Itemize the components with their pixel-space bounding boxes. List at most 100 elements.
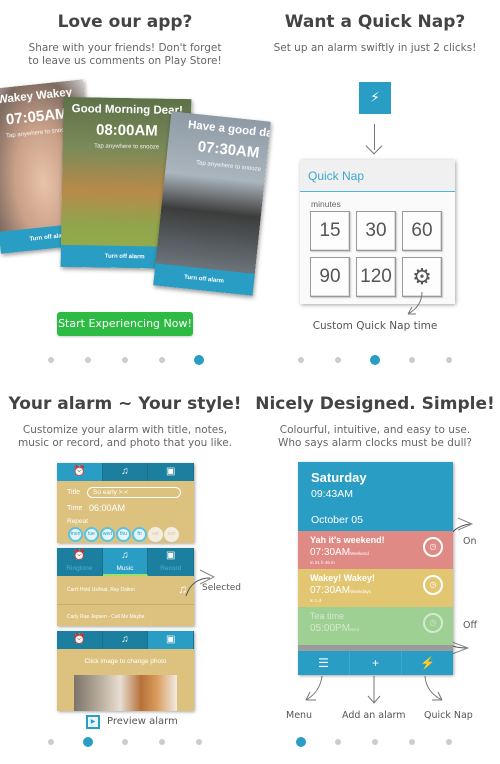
tab-alarm[interactable]: ⏰ bbox=[57, 463, 103, 481]
camera-icon: ▣ bbox=[165, 550, 176, 561]
nap-option-button[interactable]: 30 bbox=[356, 211, 396, 251]
change-photo-hint: Click image to change photo bbox=[84, 658, 167, 665]
page-dot[interactable] bbox=[48, 739, 54, 745]
alarm-screen-card: Have a good day 07:30AM Tap anywhere to … bbox=[153, 111, 271, 296]
custom-quick-nap-label: Custom Quick Nap time bbox=[312, 320, 438, 332]
nap-option-button[interactable]: 15 bbox=[310, 211, 350, 251]
menu-button[interactable]: ☰ bbox=[298, 651, 350, 675]
preview-alarm-button[interactable]: ▶ bbox=[86, 715, 100, 729]
page-dot[interactable] bbox=[409, 357, 415, 363]
tab-music[interactable]: ♫ bbox=[103, 463, 149, 481]
music-note-icon: ♫ bbox=[121, 550, 129, 561]
page-dot-active[interactable] bbox=[194, 355, 204, 365]
time-value[interactable]: 06:00AM bbox=[89, 503, 125, 513]
panel-subtitle: Set up an alarm swiftly in just 2 clicks… bbox=[273, 42, 477, 54]
alarm-name: Yah it's weekend! bbox=[310, 535, 385, 545]
custom-nap-button[interactable]: ⚙ bbox=[402, 257, 442, 297]
tab-music[interactable]: ♫ bbox=[103, 631, 149, 649]
page-dot[interactable] bbox=[446, 357, 452, 363]
day-toggle-mon[interactable]: mon bbox=[68, 527, 83, 542]
alarm-time: 05:00PM bbox=[310, 623, 351, 634]
camera-icon: ▣ bbox=[165, 466, 176, 477]
alarm-photo[interactable] bbox=[74, 675, 177, 711]
day-toggle-wed[interactable]: wed bbox=[100, 527, 115, 542]
title-input[interactable]: So early >.< bbox=[87, 487, 181, 498]
subtitle-line: to leave us comments on Play Store! bbox=[28, 55, 222, 67]
nap-option-button[interactable]: 90 bbox=[310, 257, 350, 297]
page-dot[interactable] bbox=[446, 739, 452, 745]
alarm-name: Tea time bbox=[310, 611, 345, 621]
subtitle-line: music or record, and photo that you like… bbox=[17, 437, 233, 449]
alarm-remaining: in 21 h 46 m bbox=[310, 560, 335, 565]
tab-photo[interactable]: ▣ bbox=[148, 463, 195, 481]
alarm-details-card: ⏰ ♫ ▣ Title So early >.< Time 06:00AM Re… bbox=[57, 463, 195, 543]
alarm-music-card: ⏰ Ringtone ♫ Music ▣ Record Can't Hold Us/f… bbox=[57, 548, 195, 626]
page-dot[interactable] bbox=[48, 357, 54, 363]
day-toggle-sat[interactable]: sat bbox=[148, 527, 163, 542]
page-dot[interactable] bbox=[159, 357, 165, 363]
tab-record[interactable]: ▣ Record bbox=[148, 548, 195, 576]
alarm-list-item[interactable]: Yah it's weekend! 07:30AM Weekend in 21 … bbox=[298, 531, 453, 569]
panel-title: Want a Quick Nap? bbox=[284, 12, 466, 32]
lightning-bolt-icon: ⚡ bbox=[420, 656, 435, 670]
on-callout: On bbox=[463, 536, 477, 547]
page-dot[interactable] bbox=[372, 739, 378, 745]
alarm-clock-icon: ⏰ bbox=[73, 550, 86, 561]
page-dot[interactable] bbox=[122, 739, 128, 745]
lightning-bolt-icon: ⚡ bbox=[370, 90, 380, 106]
tab-ringtone[interactable]: ⏰ Ringtone bbox=[57, 548, 103, 576]
edit-tabbar: ⏰ ♫ ▣ bbox=[57, 631, 195, 649]
page-dot[interactable] bbox=[196, 739, 202, 745]
day-toggle-thu[interactable]: thu bbox=[116, 527, 131, 542]
page-dot-active[interactable] bbox=[296, 737, 306, 747]
music-note-icon: ♫ bbox=[178, 582, 187, 596]
day-toggle-tue[interactable]: tue bbox=[84, 527, 99, 542]
page-dot[interactable] bbox=[85, 357, 91, 363]
alarm-repeat: Weekdays bbox=[350, 589, 371, 594]
alarm-toggle-on-icon[interactable]: ◷ bbox=[423, 575, 443, 595]
tab-photo[interactable]: ▣ bbox=[148, 631, 195, 649]
alarm-toggle-on-icon[interactable]: ◷ bbox=[423, 537, 443, 557]
subtitle-line: Colourful, intuitive, and easy to use. bbox=[279, 424, 471, 436]
quick-nap-button[interactable]: ⚡ bbox=[402, 651, 453, 675]
music-note-icon: ♫ bbox=[121, 634, 129, 645]
alarm-name: Wakey! Wakey! bbox=[310, 573, 375, 583]
quick-nap-button[interactable]: ⚡ bbox=[359, 82, 391, 114]
tab-alarm[interactable]: ⏰ bbox=[57, 631, 103, 649]
day-toggle-sun[interactable]: sun bbox=[164, 527, 179, 542]
page-dot[interactable] bbox=[409, 739, 415, 745]
page-dot[interactable] bbox=[335, 357, 341, 363]
alarm-photo-card: ⏰ ♫ ▣ Click image to change photo bbox=[57, 631, 195, 711]
dialog-title: Quick Nap bbox=[300, 160, 455, 192]
play-icon: ▶ bbox=[90, 718, 96, 725]
alarm-list-item[interactable]: Tea time 05:00PM Wed ◷ bbox=[298, 607, 453, 645]
alarm-toggle-off-icon[interactable]: ◷ bbox=[423, 613, 443, 633]
alarm-clock-icon: ⏰ bbox=[73, 466, 86, 477]
nap-option-button[interactable]: 120 bbox=[356, 257, 396, 297]
tab-label: Ringtone bbox=[66, 565, 93, 572]
add-alarm-callout: Add an alarm bbox=[342, 710, 406, 721]
page-dot[interactable] bbox=[335, 739, 341, 745]
song-item[interactable]: Carly Rae Jepsen - Call Me Maybe bbox=[67, 614, 145, 620]
add-icon: + bbox=[371, 656, 379, 670]
current-date: October 05 bbox=[311, 514, 363, 526]
add-alarm-button[interactable]: + bbox=[350, 651, 402, 675]
alarm-list-item[interactable]: Wakey! Wakey! 07:30AM Weekdays in 1 d ◷ bbox=[298, 569, 453, 607]
song-item[interactable]: Can't Hold Us/feat. Ray Dalton bbox=[67, 587, 135, 593]
page-dot[interactable] bbox=[122, 357, 128, 363]
nap-option-button[interactable]: 60 bbox=[402, 211, 442, 251]
start-experiencing-button[interactable]: Start Experiencing Now! bbox=[57, 312, 193, 336]
page-dot-active[interactable] bbox=[370, 355, 380, 365]
divider bbox=[57, 604, 194, 605]
day-toggle-fri[interactable]: fri bbox=[132, 527, 147, 542]
page-dot[interactable] bbox=[159, 739, 165, 745]
alarm-clock-icon: ⏰ bbox=[73, 634, 86, 645]
current-time: 09:43AM bbox=[311, 488, 354, 500]
page-dot[interactable] bbox=[298, 357, 304, 363]
panel-title: Nicely Designed. Simple! bbox=[255, 394, 495, 414]
tab-music[interactable]: ♫ Music bbox=[102, 548, 149, 576]
panel-subtitle: Share with your friends! Don't forget to… bbox=[0, 42, 250, 68]
quick-nap-callout: Quick Nap bbox=[424, 710, 473, 721]
preview-alarm-label[interactable]: Preview alarm bbox=[107, 716, 178, 727]
page-dot-active[interactable] bbox=[83, 737, 93, 747]
